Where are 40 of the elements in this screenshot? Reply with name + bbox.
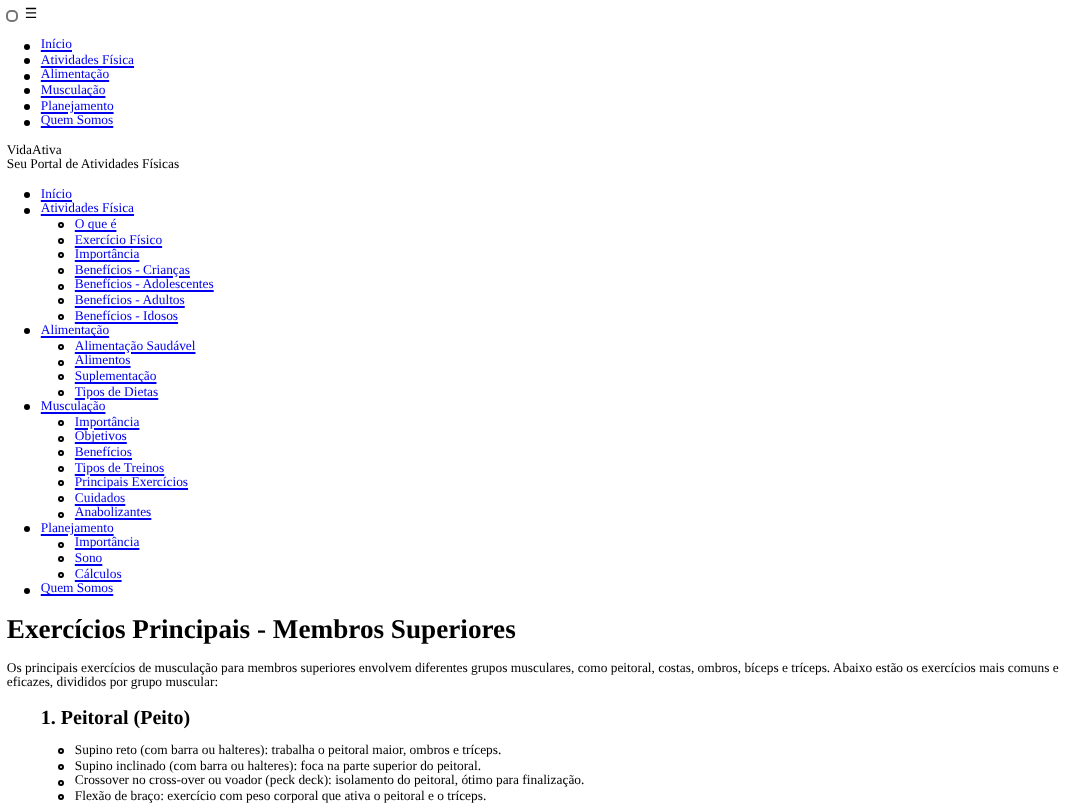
bullet-icon: [24, 73, 31, 80]
bullet-icon: [24, 404, 31, 411]
bullet-icon: [58, 556, 65, 563]
bullet-icon: [58, 313, 65, 320]
bullet-icon: [58, 344, 65, 351]
bullet-icon: [58, 222, 65, 229]
bullet-icon: [24, 526, 31, 533]
bullet-icon: [58, 495, 65, 502]
bullet-icon: [58, 450, 65, 457]
bullet-icon: [58, 763, 65, 770]
bullet-icon: [58, 480, 65, 487]
bullet-icon: [58, 298, 65, 305]
bullet-icon: [58, 435, 65, 442]
bullet-icon: [24, 328, 31, 335]
bullet-icon: [24, 587, 31, 594]
bullet-icon: [24, 119, 31, 126]
bullet-icon: [58, 571, 65, 578]
bullet-icon: [58, 465, 65, 472]
page-title: Exercícios Principais - Membros Superiores: [6, 614, 518, 645]
bullet-icon: [58, 237, 65, 244]
bullet-icon: [58, 420, 65, 427]
bullet-icon: [58, 389, 65, 396]
menu-checkbox[interactable]: [6, 9, 19, 22]
bullet-icon: [58, 374, 65, 381]
bullet-icon: [24, 58, 31, 65]
bullet-icon: [58, 794, 65, 801]
bullet-icon: [24, 207, 31, 214]
bullet-icon: [58, 252, 65, 259]
bullet-icon: [58, 359, 65, 366]
section-heading: 1. Peitoral (Peito): [40, 707, 193, 730]
bullet-icon: [24, 192, 31, 199]
bullet-icon: [58, 268, 65, 275]
bullet-icon: [58, 779, 65, 786]
bullet-icon: [24, 103, 31, 110]
bullet-icon: [24, 88, 31, 95]
bullet-icon: [58, 748, 65, 755]
bullet-icon: [24, 43, 31, 50]
bullet-icon: [58, 283, 65, 290]
bullet-icon: [58, 511, 65, 518]
bullet-icon: [58, 541, 65, 548]
